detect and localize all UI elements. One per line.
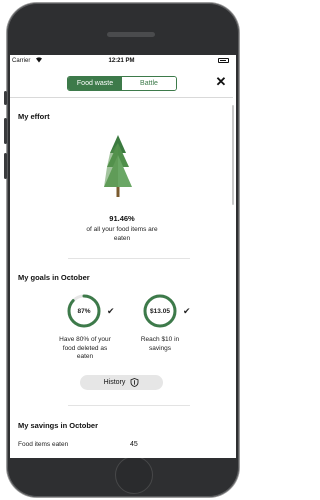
scroll-indicator [232, 105, 234, 205]
segment-battle[interactable]: Battle [122, 77, 176, 90]
home-button[interactable] [115, 456, 153, 494]
goal-description-eaten: Have 80% of your food deleted as eaten [59, 336, 111, 360]
volume-down-button [4, 153, 7, 179]
section-title-goals: My goals in October [18, 273, 90, 282]
battery-icon [218, 58, 229, 63]
status-bar: Carrier 12:21 PM [10, 55, 233, 67]
tree-icon [103, 135, 133, 201]
nav-bar: Food waste Battle ✕ [10, 70, 233, 96]
status-time: 12:21 PM [108, 58, 135, 64]
checkmark-icon: ✔ [107, 306, 115, 316]
goal-ring-savings: $13.05 [143, 294, 177, 328]
nav-divider [10, 97, 233, 98]
goal-description-savings: Reach $10 in savings [140, 336, 180, 352]
savings-row-value: 45 [130, 441, 138, 448]
goal-value-eaten: 87% [77, 307, 91, 315]
history-label: History [103, 379, 126, 386]
savings-row-label: Food items eaten [18, 441, 69, 448]
shield-icon [130, 378, 139, 387]
speaker-grille [107, 32, 155, 37]
section-divider [68, 258, 190, 259]
section-title-savings: My savings in October [18, 421, 99, 430]
close-button[interactable]: ✕ [214, 75, 228, 89]
section-title-effort: My effort [18, 112, 50, 121]
effort-percentage: 91.46% [109, 214, 135, 223]
view-segmented-control: Food waste Battle [67, 76, 177, 91]
volume-up-button [4, 118, 7, 144]
goal-value-savings: $13.05 [150, 307, 170, 315]
goal-ring-eaten: 87% [67, 294, 101, 328]
history-button[interactable]: History [80, 375, 163, 390]
section-divider [68, 405, 190, 406]
segment-food-waste[interactable]: Food waste [68, 77, 122, 90]
mute-switch [4, 91, 7, 105]
checkmark-icon: ✔ [183, 306, 191, 316]
effort-description: of all your food items are eaten [86, 226, 158, 242]
app-screen: Carrier 12:21 PM Food waste Battle ✕ My … [10, 55, 236, 458]
